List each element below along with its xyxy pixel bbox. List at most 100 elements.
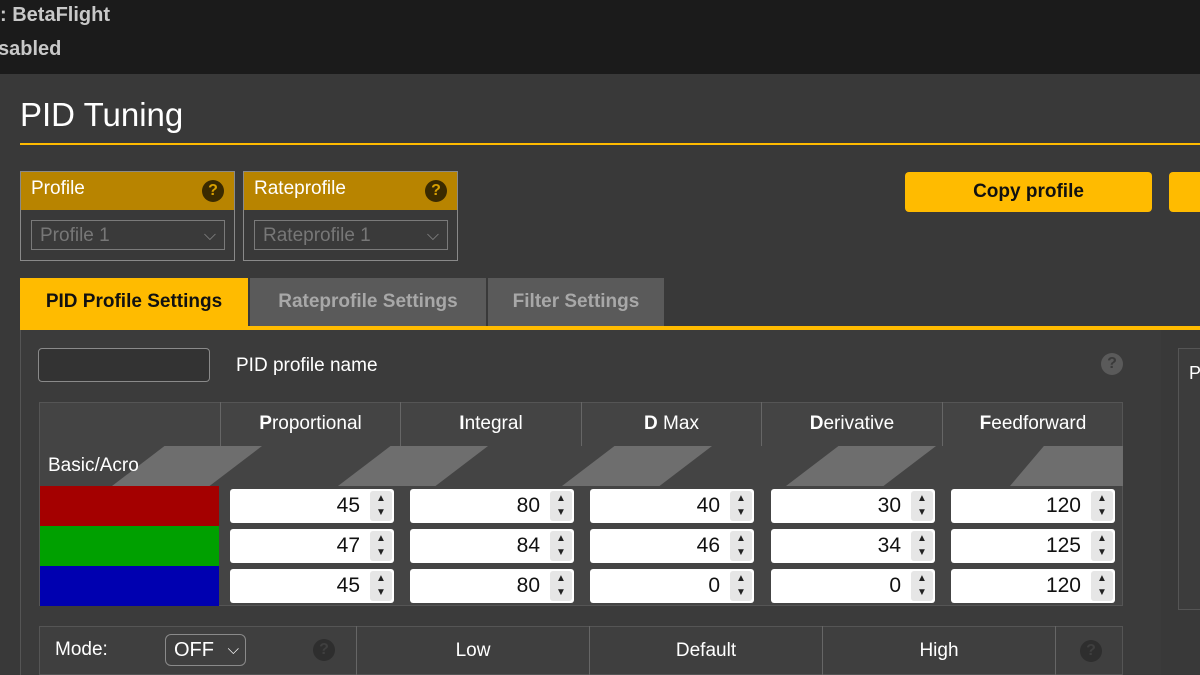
stepper-down-icon[interactable]: ▼ <box>730 506 752 520</box>
tab-filter-settings[interactable]: Filter Settings <box>488 278 664 326</box>
profile-label: Profile <box>31 178 85 199</box>
stepper-down-icon[interactable]: ▼ <box>550 586 572 600</box>
roll-derivative-input[interactable]: 30 ▲ ▼ <box>771 489 935 523</box>
stepper-down-icon[interactable]: ▼ <box>911 546 933 560</box>
stepper-up-icon[interactable]: ▲ <box>911 572 933 586</box>
mode-help-icon-2[interactable]: ? <box>1080 640 1102 662</box>
profile-select[interactable]: Profile 1 ⌵ <box>31 220 225 250</box>
pid-value: 0 <box>889 574 901 597</box>
stepper-down-icon[interactable]: ▼ <box>550 546 572 560</box>
stepper[interactable]: ▲ ▼ <box>911 531 933 561</box>
status-label: sabled <box>0 38 62 60</box>
stepper-up-icon[interactable]: ▲ <box>370 492 392 506</box>
pitch-proportional-input[interactable]: 47 ▲ ▼ <box>230 529 394 563</box>
mode-level-default[interactable]: Default <box>589 626 822 675</box>
page-title: PID Tuning <box>20 96 184 133</box>
firmware-label: : BetaFlight <box>0 4 110 26</box>
stepper-up-icon[interactable]: ▲ <box>911 492 933 506</box>
tab-rateprofile-settings[interactable]: Rateprofile Settings <box>250 278 486 326</box>
yaw-d-max-input[interactable]: 0 ▲ ▼ <box>590 569 754 603</box>
stepper-down-icon[interactable]: ▼ <box>730 586 752 600</box>
stepper[interactable]: ▲ ▼ <box>730 571 752 601</box>
stepper-up-icon[interactable]: ▲ <box>730 492 752 506</box>
yaw-derivative-input[interactable]: 0 ▲ ▼ <box>771 569 935 603</box>
rateprofile-select[interactable]: Rateprofile 1 ⌵ <box>254 220 448 250</box>
stepper-up-icon[interactable]: ▲ <box>550 572 572 586</box>
mode-select-value: OFF <box>174 639 214 661</box>
copy-rateprofile-button[interactable] <box>1169 172 1200 212</box>
mode-help-icon[interactable]: ? <box>313 639 335 661</box>
rateprofile-header: Rateprofile ? <box>244 172 457 210</box>
pid-profile-help-icon[interactable]: ? <box>1101 353 1123 375</box>
pid-value: 30 <box>877 494 901 517</box>
stepper-up-icon[interactable]: ▲ <box>911 532 933 546</box>
stepper-up-icon[interactable]: ▲ <box>730 572 752 586</box>
stepper-down-icon[interactable]: ▼ <box>730 546 752 560</box>
yaw-integral-input[interactable]: 80 ▲ ▼ <box>410 569 574 603</box>
stepper[interactable]: ▲ ▼ <box>911 571 933 601</box>
stepper-down-icon[interactable]: ▼ <box>1091 546 1113 560</box>
mode-level-low[interactable]: Low <box>356 626 589 675</box>
yaw-axis-color <box>40 566 219 606</box>
pitch-integral-input[interactable]: 84 ▲ ▼ <box>410 529 574 563</box>
column-header-integral: Integral <box>400 402 581 446</box>
copy-profile-button[interactable]: Copy profile <box>905 172 1152 212</box>
yaw-proportional-input[interactable]: 45 ▲ ▼ <box>230 569 394 603</box>
pid-value: 40 <box>696 494 720 517</box>
rateprofile-help-icon[interactable]: ? <box>425 180 447 202</box>
pid-profile-name-input[interactable] <box>38 348 210 382</box>
roll-axis-color <box>40 486 219 526</box>
mode-select[interactable]: OFF ⌵ <box>165 634 246 666</box>
stepper-down-icon[interactable]: ▼ <box>550 506 572 520</box>
mode-level-high[interactable]: High <box>822 626 1055 675</box>
pid-value: 80 <box>516 574 540 597</box>
stepper[interactable]: ▲ ▼ <box>730 531 752 561</box>
stepper-down-icon[interactable]: ▼ <box>1091 506 1113 520</box>
stepper-down-icon[interactable]: ▼ <box>370 546 392 560</box>
tab-pid-profile-settings[interactable]: PID Profile Settings <box>20 278 248 326</box>
right-side-panel: P <box>1178 348 1200 610</box>
roll-integral-input[interactable]: 80 ▲ ▼ <box>410 489 574 523</box>
roll-proportional-input[interactable]: 45 ▲ ▼ <box>230 489 394 523</box>
profile-help-icon[interactable]: ? <box>202 180 224 202</box>
stepper-up-icon[interactable]: ▲ <box>550 492 572 506</box>
stepper-down-icon[interactable]: ▼ <box>1091 586 1113 600</box>
right-panel-label: P <box>1189 363 1200 383</box>
stepper-up-icon[interactable]: ▲ <box>370 572 392 586</box>
stepper[interactable]: ▲ ▼ <box>1091 531 1113 561</box>
title-divider <box>20 143 1200 145</box>
pitch-feedforward-input[interactable]: 125 ▲ ▼ <box>951 529 1115 563</box>
basic-acro-label: Basic/Acro <box>48 455 139 476</box>
stepper-up-icon[interactable]: ▲ <box>1091 532 1113 546</box>
stepper-up-icon[interactable]: ▲ <box>370 532 392 546</box>
stepper[interactable]: ▲ ▼ <box>1091 491 1113 521</box>
stepper-down-icon[interactable]: ▼ <box>370 506 392 520</box>
yaw-feedforward-input[interactable]: 120 ▲ ▼ <box>951 569 1115 603</box>
stepper-down-icon[interactable]: ▼ <box>911 506 933 520</box>
stepper[interactable]: ▲ ▼ <box>550 571 572 601</box>
pid-value: 125 <box>1045 534 1081 557</box>
stepper-up-icon[interactable]: ▲ <box>730 532 752 546</box>
roll-d-max-input[interactable]: 40 ▲ ▼ <box>590 489 754 523</box>
stepper-up-icon[interactable]: ▲ <box>550 532 572 546</box>
stepper[interactable]: ▲ ▼ <box>550 531 572 561</box>
stepper[interactable]: ▲ ▼ <box>370 491 392 521</box>
stepper-up-icon[interactable]: ▲ <box>1091 572 1113 586</box>
rateprofile-label: Rateprofile <box>254 178 346 199</box>
stepper-down-icon[interactable]: ▼ <box>370 586 392 600</box>
stepper-up-icon[interactable]: ▲ <box>1091 492 1113 506</box>
pid-value: 47 <box>336 534 360 557</box>
top-status-bar: : BetaFlight sabled <box>0 0 1200 74</box>
stepper[interactable]: ▲ ▼ <box>370 531 392 561</box>
pitch-derivative-input[interactable]: 34 ▲ ▼ <box>771 529 935 563</box>
roll-feedforward-input[interactable]: 120 ▲ ▼ <box>951 489 1115 523</box>
stepper[interactable]: ▲ ▼ <box>370 571 392 601</box>
pitch-d-max-input[interactable]: 46 ▲ ▼ <box>590 529 754 563</box>
mode-label: Mode: <box>55 639 108 660</box>
stepper-down-icon[interactable]: ▼ <box>911 586 933 600</box>
profile-box: Profile ? Profile 1 ⌵ <box>20 171 235 261</box>
stepper[interactable]: ▲ ▼ <box>1091 571 1113 601</box>
stepper[interactable]: ▲ ▼ <box>550 491 572 521</box>
stepper[interactable]: ▲ ▼ <box>911 491 933 521</box>
stepper[interactable]: ▲ ▼ <box>730 491 752 521</box>
